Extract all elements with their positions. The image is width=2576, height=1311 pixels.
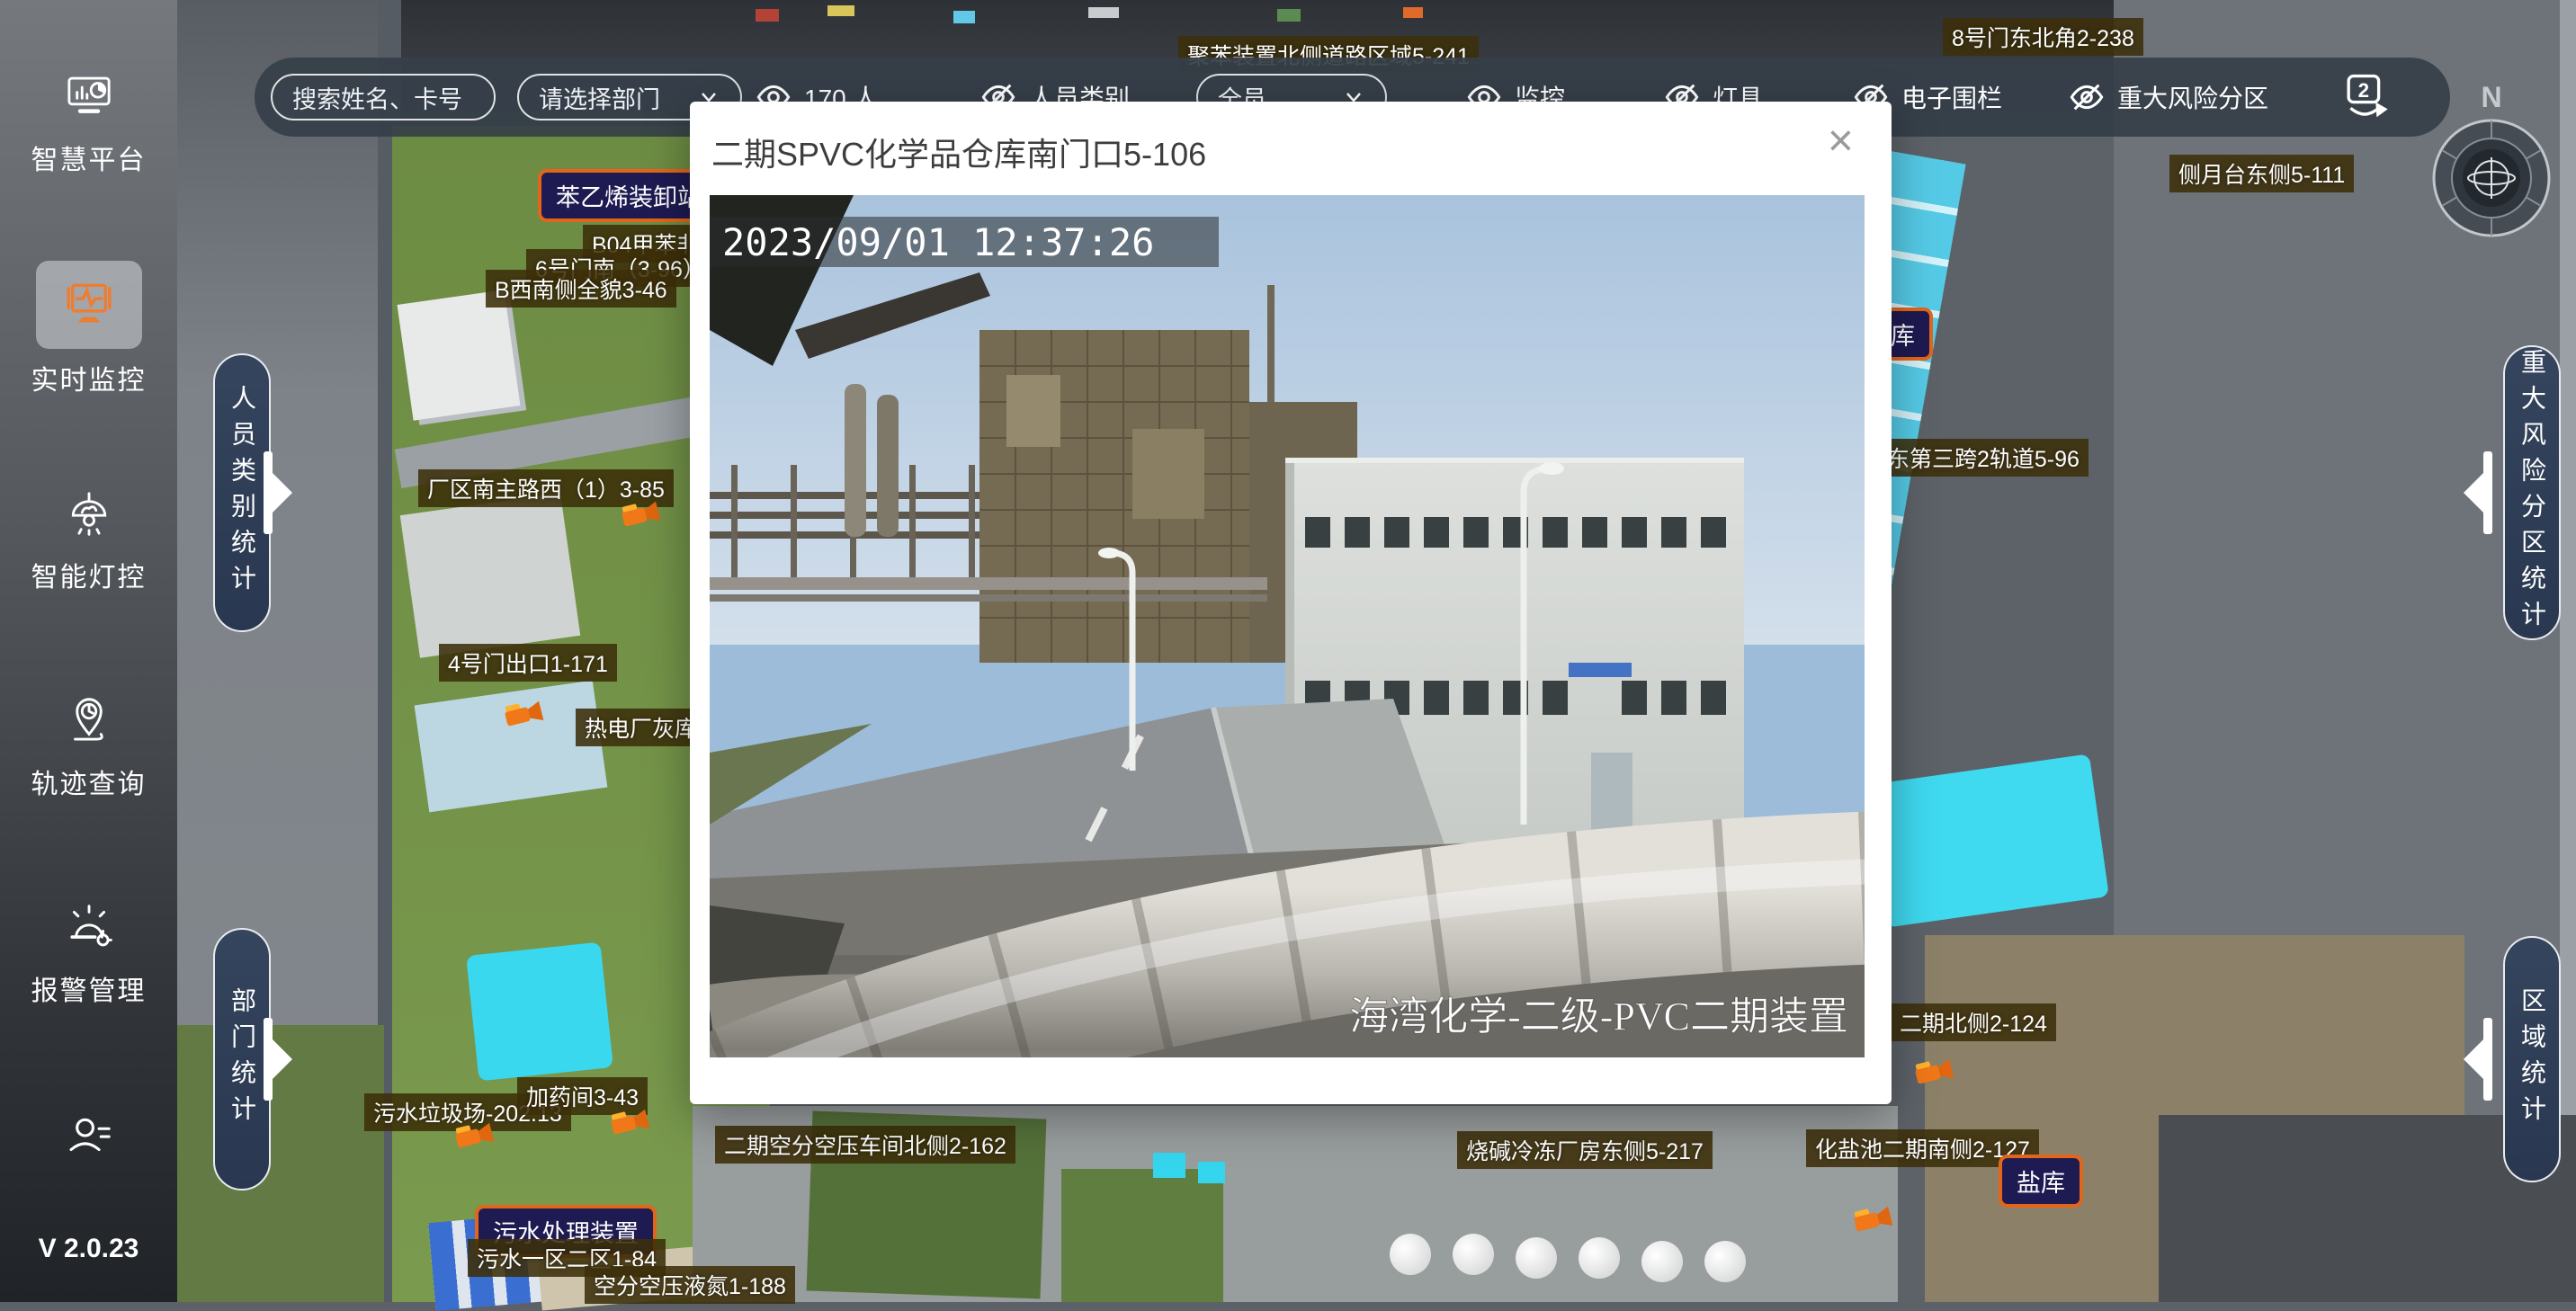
sidebar-item-track-query[interactable]: 轨迹查询: [0, 692, 177, 801]
map-label[interactable]: 8号门东北角2-238: [1943, 18, 2143, 56]
sidebar-item-realtime-monitor[interactable]: 实时监控: [0, 261, 177, 397]
tab-arrow-stem: [264, 451, 273, 534]
video-watermark: 海湾化学-二级-PVC二期装置: [1349, 994, 1848, 1039]
version-label: V 2.0.23: [0, 1234, 177, 1264]
tab-arrow-stem: [264, 1018, 273, 1101]
active-item-highlight: [36, 261, 142, 349]
toggle-label: 重大风险分区: [2117, 79, 2268, 115]
camera-icon[interactable]: [610, 1108, 651, 1137]
sidebar: 智慧平台 实时监控 智能灯控: [0, 0, 177, 1302]
realtime-monitor-icon: [60, 276, 118, 334]
camera-icon[interactable]: [621, 500, 662, 529]
map-label[interactable]: 空分空压液氮1-188: [585, 1266, 795, 1304]
compass-icon: [2431, 118, 2552, 238]
sidebar-item-smart-light[interactable]: 智能灯控: [0, 486, 177, 594]
map-label[interactable]: 二期空分空压车间北侧2-162: [715, 1126, 1015, 1164]
chevron-right-icon[interactable]: [273, 1039, 292, 1079]
tab-personnel-category-stats[interactable]: 人员类别统计: [213, 353, 271, 632]
tab-major-risk-zone-stats[interactable]: 重大风险分区统计: [2503, 345, 2561, 640]
map-label[interactable]: 4号门出口1-171: [439, 644, 617, 682]
sidebar-item-user[interactable]: [0, 1108, 177, 1168]
eye-slash-icon: [2069, 79, 2105, 115]
tab-area-stats[interactable]: 区域统计: [2503, 936, 2561, 1182]
map-label[interactable]: 侧月台东侧5-111: [2169, 155, 2354, 192]
tab-department-stats[interactable]: 部门统计: [213, 928, 271, 1191]
video-timestamp: 2023/09/01 12:37:26: [722, 220, 1154, 264]
sidebar-item-label: 智慧平台: [0, 138, 177, 177]
smart-lamp-icon: [61, 486, 117, 541]
camera-icon[interactable]: [454, 1121, 496, 1150]
search-input[interactable]: 搜索姓名、卡号: [271, 58, 496, 137]
camera-icon[interactable]: [1853, 1205, 1894, 1234]
map-label[interactable]: 盐库: [1999, 1155, 2083, 1208]
sidebar-item-label: 智能灯控: [0, 555, 177, 594]
chevron-left-icon[interactable]: [2464, 473, 2483, 513]
sidebar-item-smart-platform[interactable]: 智慧平台: [0, 68, 177, 177]
alarm-manage-icon: [61, 899, 117, 955]
map-label[interactable]: 烧碱冷冻厂房东侧5-217: [1457, 1131, 1713, 1169]
map-label[interactable]: B西南侧全貌3-46: [486, 270, 676, 308]
camera-modal: 二期SPVC化学品仓库南门口5-106 ×: [690, 102, 1892, 1104]
svg-text:2: 2: [2358, 79, 2369, 102]
camera-icon[interactable]: [504, 700, 545, 728]
dashboard-monitor-icon: [61, 68, 117, 124]
chevron-right-icon[interactable]: [273, 473, 292, 513]
map-label[interactable]: 二期北侧2-124: [1891, 1003, 2056, 1041]
screen-2-icon: 2: [2339, 71, 2391, 123]
chevron-left-icon[interactable]: [2464, 1039, 2483, 1079]
toggle-label: 电子围栏: [1901, 79, 2002, 115]
sidebar-item-label: 轨迹查询: [0, 762, 177, 801]
toggle-major-risk-zone[interactable]: 重大风险分区: [2069, 58, 2268, 137]
map-label[interactable]: 东第三跨2轨道5-96: [1878, 439, 2089, 477]
compass-north-label: N: [2464, 81, 2518, 114]
person-list-icon: [61, 1108, 117, 1164]
compass[interactable]: [2431, 118, 2552, 238]
camera-feed-image: 2023/09/01 12:37:26 海湾化学-二级-PVC二期装置: [710, 195, 1865, 1057]
camera-icon[interactable]: [1914, 1057, 1955, 1086]
department-placeholder: 请选择部门: [539, 80, 660, 115]
tab-arrow-stem: [2483, 451, 2492, 534]
camera-feed: 2023/09/01 12:37:26 海湾化学-二级-PVC二期装置: [710, 195, 1865, 1057]
modal-title: 二期SPVC化学品仓库南门口5-106: [711, 129, 1206, 175]
sidebar-item-alarm-manage[interactable]: 报警管理: [0, 899, 177, 1008]
track-query-icon: [61, 692, 117, 748]
screen-switch-button[interactable]: 2: [2339, 58, 2391, 137]
tab-arrow-stem: [2483, 1018, 2492, 1101]
search-placeholder[interactable]: 搜索姓名、卡号: [271, 74, 496, 120]
close-icon[interactable]: ×: [1828, 118, 1854, 163]
map-label[interactable]: 热电厂灰库: [576, 709, 706, 746]
sidebar-item-label: 报警管理: [0, 968, 177, 1008]
sidebar-item-label: 实时监控: [0, 358, 177, 397]
